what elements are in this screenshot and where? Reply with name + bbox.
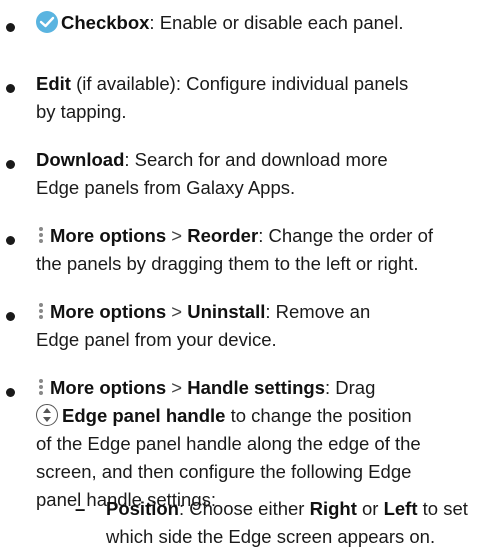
- edge-panel-handle-icon: [36, 404, 58, 426]
- more-options-icon: [36, 301, 46, 321]
- description: : Enable or disable each panel.: [149, 12, 404, 33]
- bullet: [6, 23, 15, 32]
- bullet: [6, 236, 15, 245]
- list-item-reorder: More options > Reorder: Change the order…: [36, 222, 476, 278]
- term-label: Checkbox: [61, 12, 150, 33]
- description: : Choose either: [178, 498, 310, 519]
- description: Edge panel from your device.: [36, 329, 277, 350]
- term-label: Position: [106, 498, 179, 519]
- option-right: Right: [309, 498, 357, 519]
- list-item-handle-settings: More options > Handle settings: Drag Edg…: [36, 374, 476, 514]
- more-options-icon: [36, 225, 46, 245]
- description: to change the position: [225, 405, 412, 426]
- more-options-icon: [36, 377, 46, 397]
- checkbox-icon: [36, 11, 58, 33]
- handle-label: Edge panel handle: [62, 405, 226, 426]
- separator: >: [171, 225, 183, 246]
- action-label: Reorder: [187, 225, 259, 246]
- description: : Change the order of: [258, 225, 434, 246]
- menu-label: More options: [50, 377, 167, 398]
- description: : Search for and download more: [124, 149, 388, 170]
- description: to set: [417, 498, 468, 519]
- action-label: Handle settings: [187, 377, 325, 398]
- list-item-edit: Edit (if available): Configure individua…: [36, 70, 476, 126]
- description: Edge panels from Galaxy Apps.: [36, 177, 296, 198]
- description: the panels by dragging them to the left …: [36, 253, 419, 274]
- term-label: Download: [36, 149, 125, 170]
- description: (if available): Configure individual pan…: [70, 73, 409, 94]
- sub-item-position: Position: Choose either Right or Left to…: [106, 495, 481, 551]
- description: : Drag: [324, 377, 376, 398]
- menu-label: More options: [50, 225, 167, 246]
- bullet: [6, 312, 15, 321]
- description: screen, and then configure the following…: [36, 461, 412, 482]
- term-label: Edit: [36, 73, 71, 94]
- menu-label: More options: [50, 301, 167, 322]
- bullet: [6, 388, 15, 397]
- list-item-uninstall: More options > Uninstall: Remove an Edge…: [36, 298, 476, 354]
- bullet: [6, 160, 15, 169]
- dash-bullet: –: [75, 498, 86, 519]
- list-item-checkbox: Checkbox: Enable or disable each panel.: [36, 9, 476, 37]
- description: which side the Edge screen appears on.: [106, 526, 436, 547]
- separator: >: [171, 377, 183, 398]
- description: by tapping.: [36, 101, 127, 122]
- list-item-download: Download: Search for and download more E…: [36, 146, 476, 202]
- description: : Remove an: [265, 301, 371, 322]
- description: or: [356, 498, 384, 519]
- separator: >: [171, 301, 183, 322]
- bullet: [6, 84, 15, 93]
- option-left: Left: [383, 498, 418, 519]
- description: of the Edge panel handle along the edge …: [36, 433, 421, 454]
- action-label: Uninstall: [187, 301, 266, 322]
